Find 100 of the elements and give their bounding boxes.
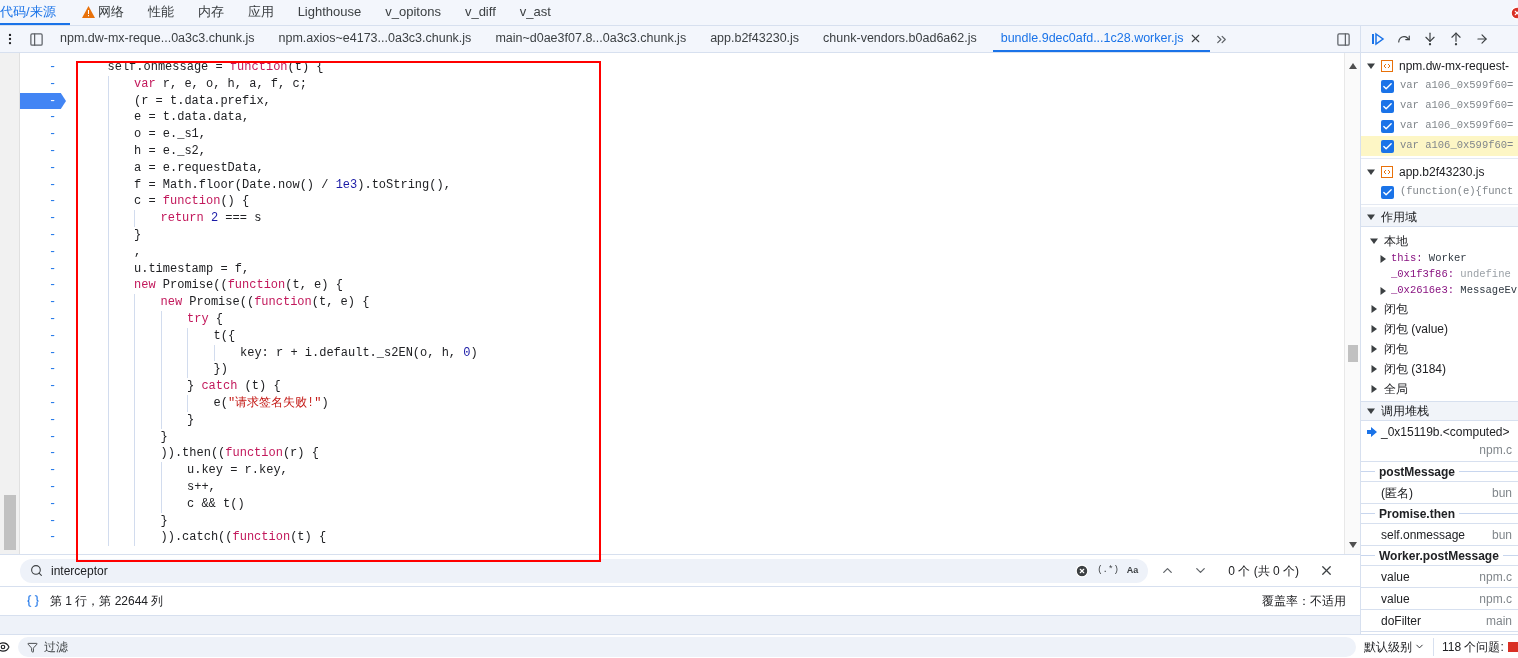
call-frame[interactable]: doFilter main xyxy=(1361,610,1518,632)
collapsed-triangle-icon[interactable] xyxy=(1379,255,1387,263)
breakpoint-row[interactable]: (function(e){funct xyxy=(1361,182,1518,202)
call-frame[interactable]: value npm.c xyxy=(1361,566,1518,588)
gutter-marker[interactable]: - xyxy=(20,478,66,496)
gutter-marker[interactable]: - xyxy=(20,327,66,345)
breakpoint-row[interactable]: var a106_0x599f60= xyxy=(1361,76,1518,96)
gutter-marker[interactable]: - xyxy=(20,394,66,412)
code-line: new Promise((function(t, e) { xyxy=(81,294,370,311)
file-tab[interactable]: npm.axios~e4173...0a3c3.chunk.js xyxy=(270,26,480,52)
resume-icon[interactable] xyxy=(1371,32,1385,46)
file-tab[interactable]: main~d0ae3f07.8...0a3c3.chunk.js xyxy=(487,26,695,52)
gutter-marker[interactable]: - xyxy=(20,176,66,194)
braces-icon[interactable] xyxy=(26,594,40,608)
regex-toggle[interactable]: (.*) xyxy=(1097,563,1119,578)
scrollbar-thumb[interactable] xyxy=(1348,345,1358,362)
call-frame[interactable]: value npm.c xyxy=(1361,588,1518,610)
breakpoint-file[interactable]: app.b2f43230.js xyxy=(1399,163,1485,181)
gutter-marker[interactable]: - xyxy=(20,361,66,379)
gutter-marker[interactable]: - xyxy=(20,59,66,76)
gutter-marker[interactable]: - xyxy=(20,294,66,311)
expanded-triangle-icon[interactable] xyxy=(1367,212,1375,221)
gutter-marker[interactable]: - xyxy=(20,75,66,93)
gutter-marker[interactable]: - xyxy=(20,92,66,110)
gutter-marker[interactable]: - xyxy=(20,277,66,295)
panel-tab[interactable]: 网络 xyxy=(69,0,136,25)
call-frame[interactable]: self.onmessage bun xyxy=(1361,524,1518,546)
eye-icon[interactable] xyxy=(0,639,10,654)
panel-tab[interactable]: v_diff xyxy=(452,0,508,25)
gutter-marker[interactable]: - xyxy=(20,126,66,143)
gutter-marker[interactable]: - xyxy=(20,210,66,227)
gutter-marker[interactable]: - xyxy=(20,445,66,463)
collapsed-triangle-icon[interactable] xyxy=(1379,287,1387,295)
scroll-down-icon[interactable] xyxy=(1349,542,1357,548)
panel-tab[interactable]: Lighthouse xyxy=(285,0,374,25)
checkbox[interactable] xyxy=(1381,99,1394,113)
scope-group[interactable]: 全局 xyxy=(1384,380,1408,398)
breakpoint-row[interactable]: var a106_0x599f60= xyxy=(1361,116,1518,136)
filter-field[interactable]: 过滤 xyxy=(18,636,1356,657)
match-case-toggle[interactable]: Aa xyxy=(1126,563,1139,578)
call-frame[interactable]: _0x15119b.<computed> npm.c xyxy=(1361,421,1518,462)
breakpoint-row[interactable]: var a106_0x599f60= xyxy=(1361,136,1518,156)
checkbox[interactable] xyxy=(1381,119,1394,133)
gutter-marker[interactable]: - xyxy=(20,226,66,244)
collapsed-triangle-icon[interactable] xyxy=(1370,345,1378,353)
file-tab[interactable]: app.b2f43230.js xyxy=(702,26,808,52)
scroll-up-icon[interactable] xyxy=(1349,63,1357,69)
gutter-marker[interactable]: - xyxy=(20,512,66,530)
scope-group[interactable]: 闭包 xyxy=(1384,300,1408,318)
expanded-triangle-icon[interactable] xyxy=(1370,237,1378,245)
checkbox[interactable] xyxy=(1381,139,1394,153)
file-tab[interactable]: chunk-vendors.b0ad6a62.js xyxy=(815,26,985,52)
gutter-marker[interactable]: - xyxy=(20,344,66,362)
gutter-marker[interactable]: - xyxy=(20,378,66,395)
step-into-icon[interactable] xyxy=(1423,32,1437,46)
scrollbar-thumb[interactable] xyxy=(4,495,16,550)
expanded-triangle-icon[interactable] xyxy=(1367,168,1375,176)
collapsed-triangle-icon[interactable] xyxy=(1370,385,1378,393)
collapsed-triangle-icon[interactable] xyxy=(1370,365,1378,373)
breakpoint-row[interactable]: var a106_0x599f60= xyxy=(1361,96,1518,116)
expanded-triangle-icon[interactable] xyxy=(1367,62,1375,70)
gutter-marker[interactable]: - xyxy=(20,243,66,261)
log-level-dropdown[interactable]: 默认级别 xyxy=(1364,637,1425,656)
gutter-marker[interactable]: - xyxy=(20,495,66,513)
gutter-marker[interactable]: - xyxy=(20,529,66,547)
gutter-marker[interactable]: - xyxy=(20,411,66,429)
gutter-marker[interactable]: - xyxy=(20,193,66,211)
gutter-marker[interactable]: - xyxy=(20,428,66,446)
call-frame[interactable]: (匿名) bun xyxy=(1361,482,1518,504)
gutter-marker[interactable]: - xyxy=(20,109,66,127)
file-tab[interactable]: bundle.9dec0afd...1c28.worker.js xyxy=(992,26,1211,52)
gutter-marker[interactable]: - xyxy=(20,310,66,328)
panel-tab[interactable]: 应用 xyxy=(235,0,286,25)
panel-tab[interactable]: v_ast xyxy=(507,0,563,25)
scope-group[interactable]: 闭包 xyxy=(1384,340,1408,358)
step-icon[interactable] xyxy=(1475,32,1489,46)
collapsed-triangle-icon[interactable] xyxy=(1370,305,1378,313)
checkbox[interactable] xyxy=(1381,185,1394,199)
scope-group[interactable]: 闭包 (value) xyxy=(1384,320,1448,338)
panel-tab[interactable]: 内存 xyxy=(185,0,236,25)
panel-tab[interactable]: 性能 xyxy=(135,0,186,25)
code-line: } xyxy=(81,428,168,446)
frame-file: bun xyxy=(1491,526,1512,544)
scope-group[interactable]: 闭包 (3184) xyxy=(1384,360,1447,378)
file-tab[interactable]: npm.dw-mx-reque...0a3c3.chunk.js xyxy=(52,26,263,52)
gutter-marker[interactable]: - xyxy=(20,143,66,160)
panel-tab[interactable]: v_opitons xyxy=(373,0,453,25)
gutter-marker[interactable]: - xyxy=(20,260,66,278)
expanded-triangle-icon[interactable] xyxy=(1367,407,1375,415)
breakpoint-file[interactable]: npm.dw-mx-request- xyxy=(1399,57,1510,75)
collapsed-triangle-icon[interactable] xyxy=(1370,325,1378,333)
step-out-icon[interactable] xyxy=(1449,32,1463,46)
search-field[interactable]: interceptor (.*) Aa xyxy=(20,558,1149,583)
gutter-marker[interactable]: - xyxy=(20,159,66,177)
clear-icon[interactable] xyxy=(1075,563,1090,578)
code-line: f = Math.floor(Date.now() / 1e3).toString(), xyxy=(81,176,451,194)
issues-count[interactable]: 118 个问题: xyxy=(1442,637,1504,656)
checkbox[interactable] xyxy=(1381,79,1394,93)
scope-group[interactable]: 本地 xyxy=(1384,232,1408,250)
gutter-marker[interactable]: - xyxy=(20,462,66,479)
